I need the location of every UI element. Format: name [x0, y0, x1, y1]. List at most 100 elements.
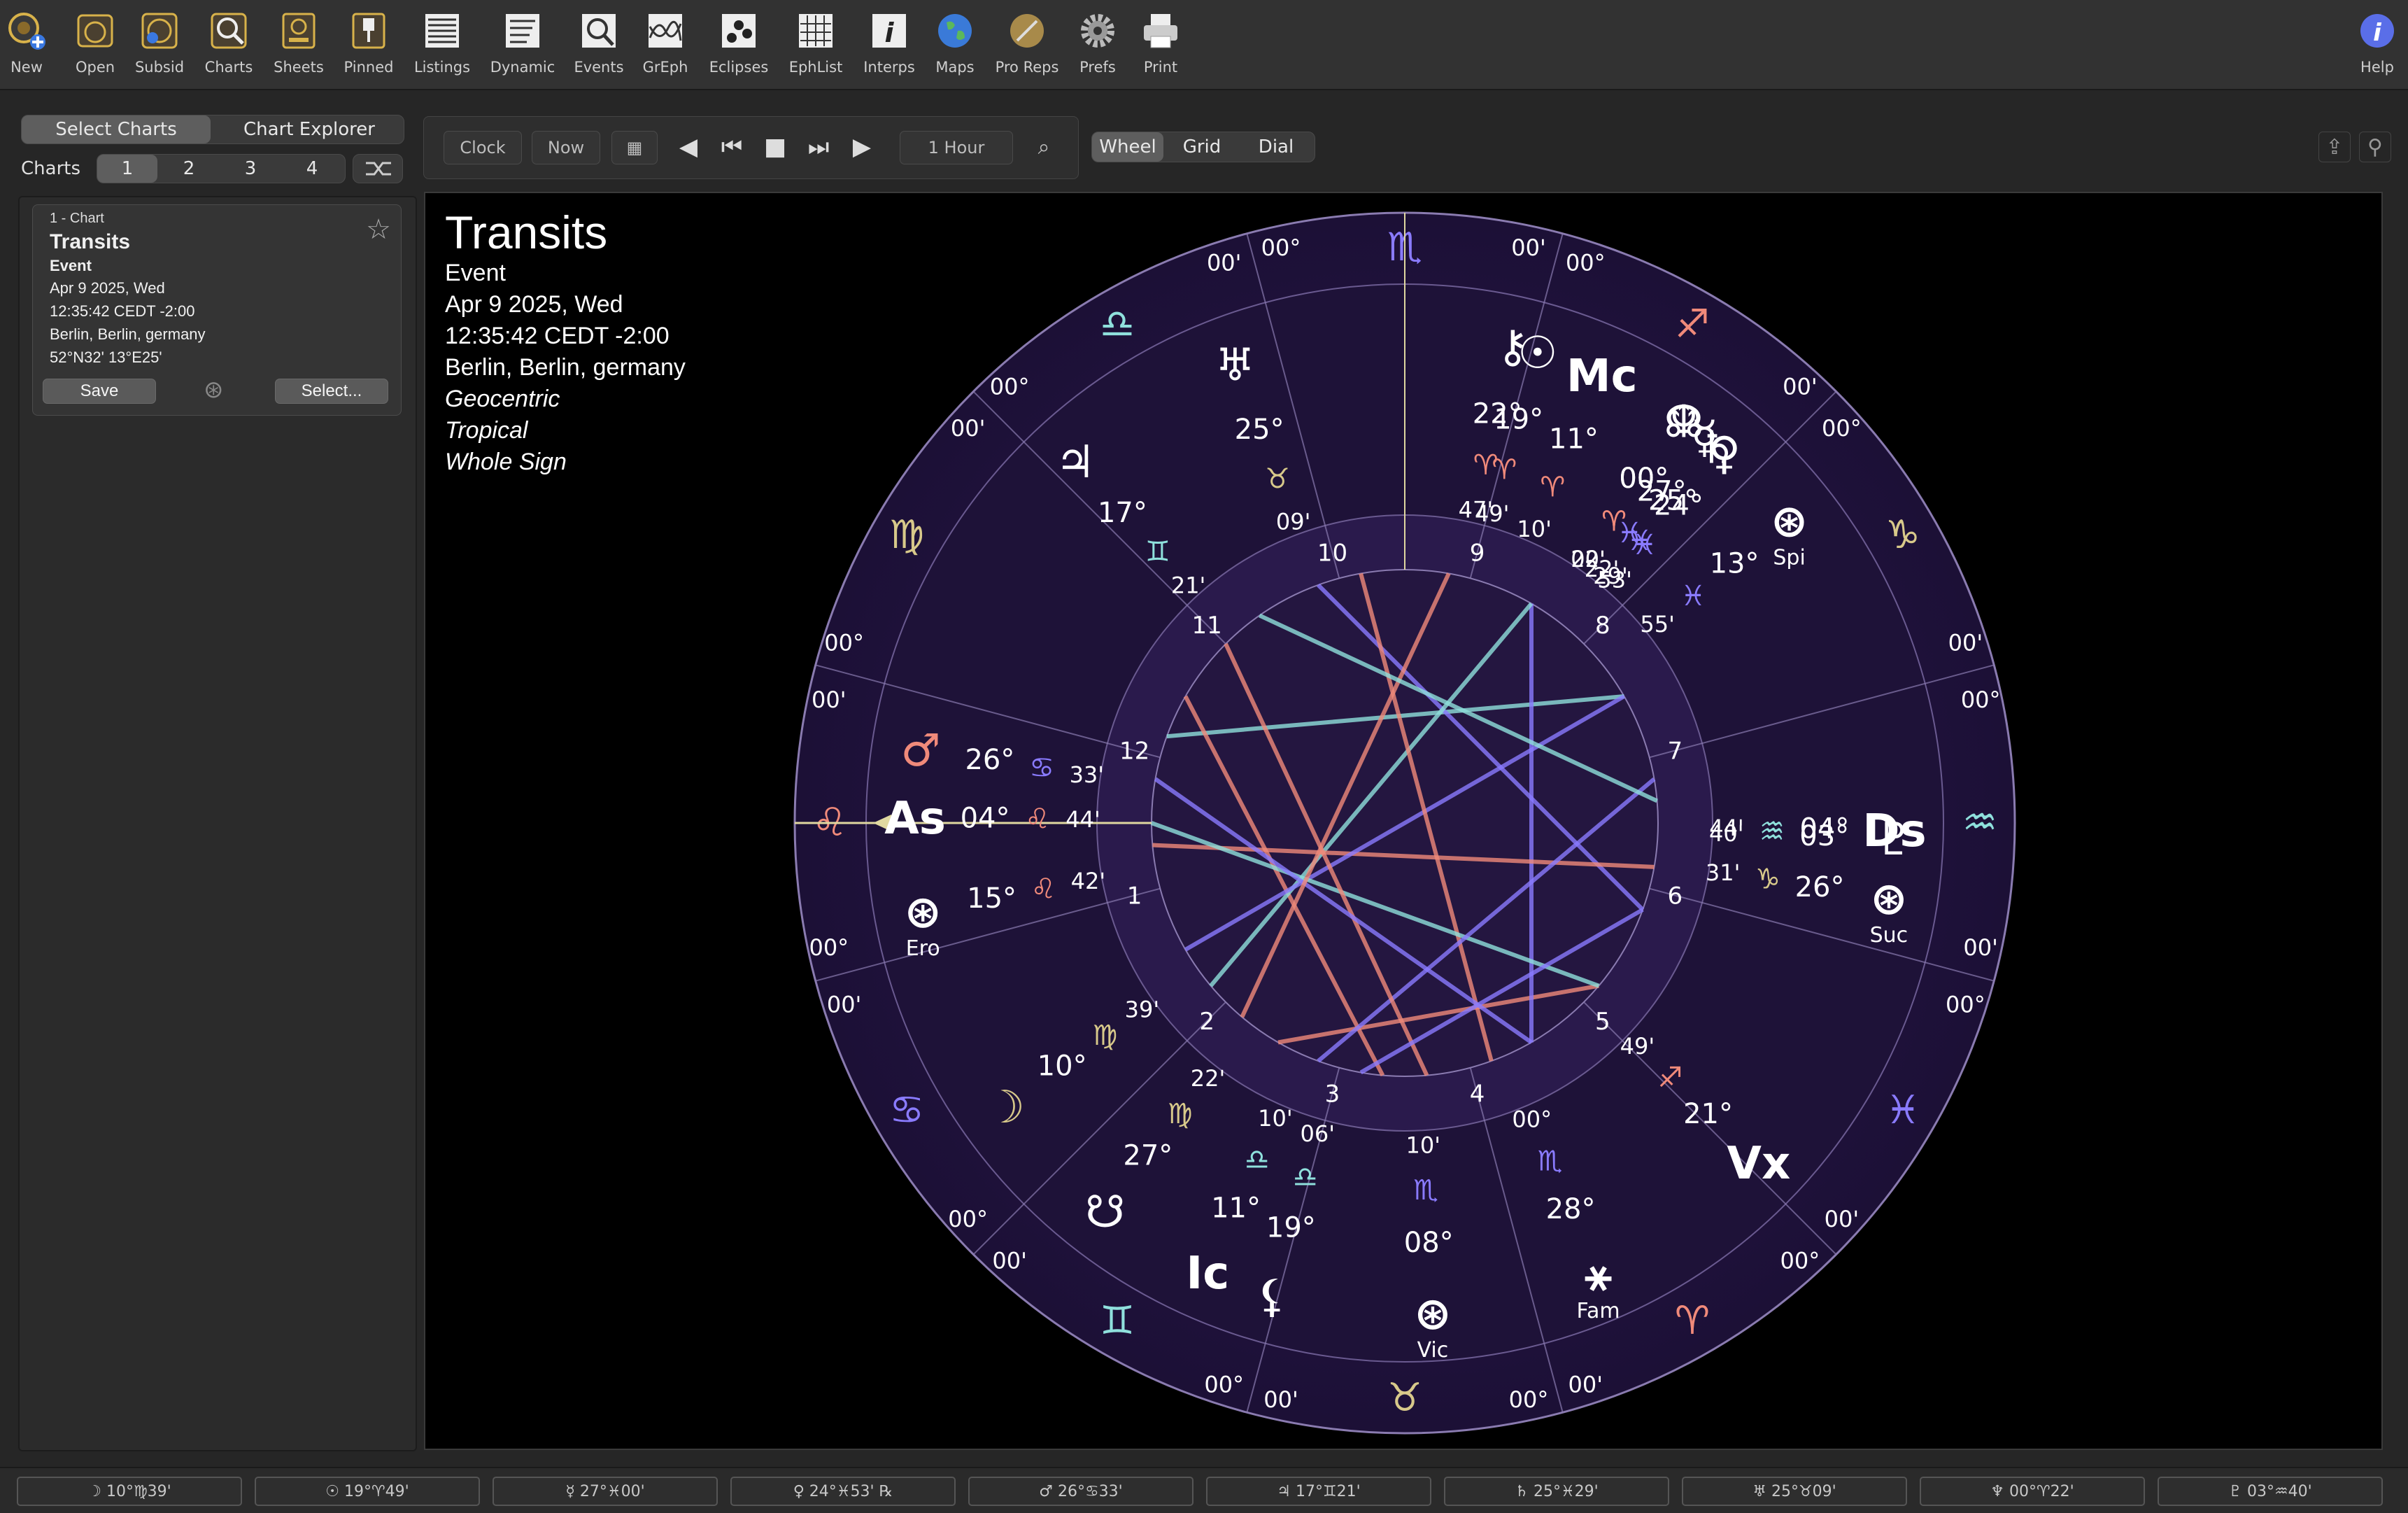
calendar-icon: ▦: [626, 138, 643, 157]
new-chart-icon: [8, 13, 45, 50]
pinned-button[interactable]: Pinned: [334, 10, 404, 76]
planet-glyph: ♂: [900, 725, 940, 777]
planet-minute: 22': [1571, 546, 1606, 572]
chart-slot-4[interactable]: 4: [282, 155, 342, 183]
planet-glyph: ⚹: [1585, 1249, 1612, 1301]
status-neptune[interactable]: ♆ 00°♈22': [1920, 1477, 2145, 1506]
charts-label: Charts: [204, 59, 253, 76]
planet-minute: 39': [1125, 997, 1160, 1023]
status-venus[interactable]: ♀ 24°♓53' ℞: [730, 1477, 956, 1506]
select-button[interactable]: Select...: [275, 379, 388, 404]
maps-label: Maps: [935, 59, 975, 76]
status-uranus[interactable]: ♅ 25°♉09': [1682, 1477, 1907, 1506]
pro-reps-button[interactable]: Pro Reps: [992, 10, 1062, 76]
step-interval-field[interactable]: 1 Hour: [900, 131, 1013, 164]
print-button[interactable]: Print: [1126, 10, 1196, 76]
calendar-button[interactable]: ▦: [611, 131, 658, 164]
planet-minute: 47': [1459, 496, 1494, 523]
zodiac-sign-glyph: ♋: [889, 1088, 924, 1133]
cusp-degree-label: 00°: [824, 630, 864, 656]
planet-minute: 10': [1405, 1132, 1440, 1158]
tab-grid[interactable]: Grid: [1166, 132, 1238, 162]
chart-wheel[interactable]: ♌00°00'♋00°00'♊00°00'♉00°00'♈00°00'♓00°0…: [425, 193, 2381, 1449]
shuffle-button[interactable]: [353, 154, 403, 183]
status-sun[interactable]: ☉ 19°♈49': [255, 1477, 480, 1506]
tab-select-charts[interactable]: Select Charts: [22, 115, 211, 143]
subsid-button[interactable]: Subsid: [125, 10, 194, 76]
planet-minute: 44': [1065, 806, 1100, 833]
share-button[interactable]: ⇪: [2318, 132, 2351, 162]
planet-degree: 11°: [1549, 423, 1599, 456]
asteroid-name: Suc: [1870, 923, 1908, 948]
chart-slot-1[interactable]: 1: [97, 155, 157, 183]
status-mars[interactable]: ♂ 26°♋33': [968, 1477, 1194, 1506]
events-button[interactable]: Events: [564, 10, 634, 76]
skip-start-button[interactable]: ⏮: [712, 131, 751, 163]
planet-glyph: ⚸: [1256, 1271, 1289, 1323]
prefs-button[interactable]: Prefs: [1063, 10, 1133, 76]
open-button[interactable]: Open: [60, 10, 130, 76]
maps-button[interactable]: Maps: [920, 10, 990, 76]
chart-list-panel: 1 - Chart Transits Event Apr 9 2025, Wed…: [18, 196, 417, 1451]
cusp-degree-label: 00°: [1566, 250, 1606, 276]
cusp-degree-label: 00°: [1780, 1247, 1820, 1274]
charts-button[interactable]: Charts: [194, 10, 264, 76]
printer-icon: [1144, 14, 1177, 48]
now-button[interactable]: Now: [532, 131, 600, 164]
status-mercury[interactable]: ☿ 27°♓00': [493, 1477, 718, 1506]
cusp-minute-label: 00': [1511, 234, 1546, 261]
status-saturn[interactable]: ♄ 25°♓29': [1444, 1477, 1669, 1506]
new-button[interactable]: New: [0, 10, 62, 76]
help-button[interactable]: i Help: [2342, 10, 2408, 76]
planet-glyph: ☋: [1085, 1187, 1125, 1239]
greph-label: GrEph: [642, 59, 688, 76]
star-icon[interactable]: ☆: [366, 213, 391, 246]
tab-chart-explorer[interactable]: Chart Explorer: [215, 115, 404, 143]
chart-slot-2[interactable]: 2: [159, 155, 219, 183]
zodiac-sign-glyph: ♊: [1100, 1298, 1135, 1344]
interps-button[interactable]: i Interps: [854, 10, 924, 76]
house-number: 1: [1127, 882, 1142, 910]
info-icon: i: [2360, 14, 2394, 48]
listings-icon: [425, 14, 459, 48]
open-label: Open: [75, 59, 115, 76]
status-jupiter[interactable]: ♃ 17°♊21': [1206, 1477, 1431, 1506]
planet-degree: 11°: [1211, 1192, 1261, 1224]
zodiac-sign-glyph: ♍: [889, 512, 924, 558]
skip-end-button[interactable]: ⏭: [799, 131, 838, 163]
subsid-icon: [141, 13, 178, 49]
search-button[interactable]: ⌕: [1024, 131, 1063, 163]
chart-info: Transits Event Apr 9 2025, Wed 12:35:42 …: [445, 207, 686, 478]
step-back-button[interactable]: ◀: [669, 131, 708, 163]
greph-button[interactable]: GrEph: [630, 10, 700, 76]
listings-button[interactable]: Listings: [407, 10, 477, 76]
globe-icon: [938, 14, 972, 48]
eclipses-button[interactable]: Eclipses: [704, 10, 774, 76]
planet-sign: ♏: [1537, 1145, 1562, 1177]
planet-glyph: ♆: [1664, 397, 1704, 449]
cusp-degree-label: 00°: [1822, 415, 1862, 442]
status-pluto[interactable]: ♇ 03°♒40': [2158, 1477, 2383, 1506]
cusp-degree-label: 00°: [1261, 234, 1301, 261]
chart-card[interactable]: 1 - Chart Transits Event Apr 9 2025, Wed…: [32, 204, 402, 416]
planet-glyph: ⚷: [1496, 321, 1529, 373]
chart-title: Transits: [445, 206, 608, 258]
chart-wheel-icon[interactable]: ⊛: [204, 376, 224, 404]
ephlist-button[interactable]: EphList: [781, 10, 851, 76]
pin-button[interactable]: ⚲: [2359, 132, 2391, 162]
dynamic-button[interactable]: Dynamic: [488, 10, 558, 76]
tab-dial[interactable]: Dial: [1240, 132, 1312, 162]
sheets-button[interactable]: Sheets: [264, 10, 334, 76]
planet-minute: 09': [1276, 508, 1311, 535]
planet-minute: 55': [1640, 611, 1675, 638]
tab-wheel[interactable]: Wheel: [1092, 132, 1163, 162]
clock-button[interactable]: Clock: [444, 131, 522, 164]
status-moon[interactable]: ☽ 10°♍39': [17, 1477, 242, 1506]
stop-button[interactable]: ■: [756, 131, 795, 163]
step-forward-button[interactable]: ▶: [842, 131, 881, 163]
chart-slot-3[interactable]: 3: [220, 155, 281, 183]
planet-minute: 49': [1620, 1033, 1655, 1060]
svg-text:i: i: [884, 17, 894, 48]
cusp-minute-label: 00': [1963, 934, 1998, 961]
save-button[interactable]: Save: [43, 379, 156, 404]
